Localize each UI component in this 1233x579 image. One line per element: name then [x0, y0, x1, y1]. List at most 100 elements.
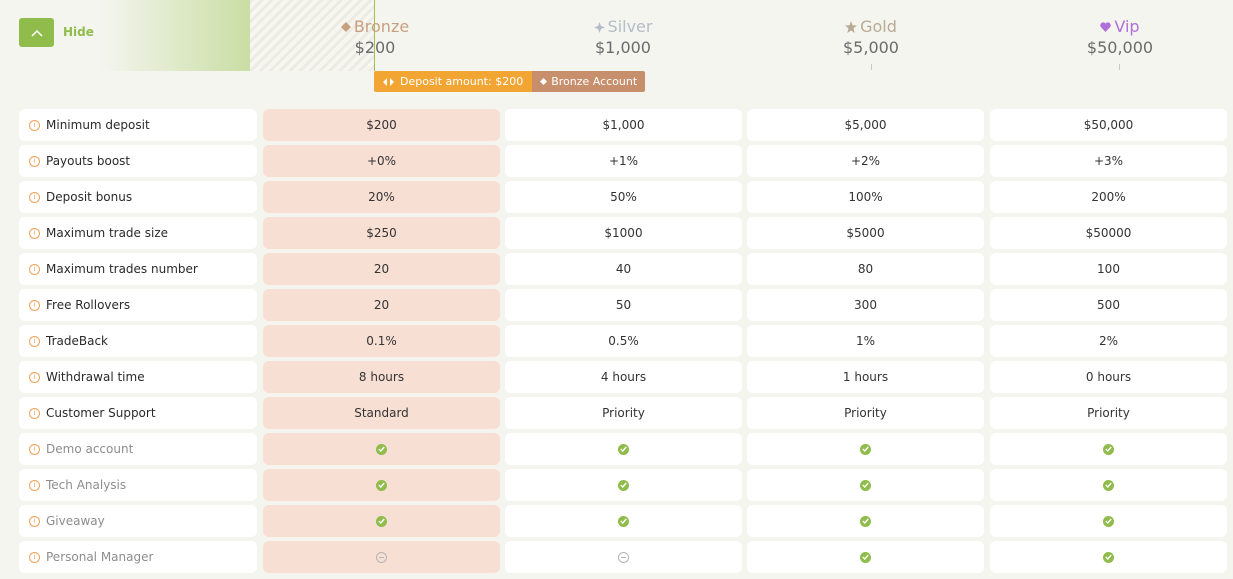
tier-value-cell: $50,000	[990, 109, 1227, 141]
tier-value-cell: 4 hours	[505, 361, 742, 393]
tier-value: 4 hours	[600, 370, 647, 384]
tier-value-cell	[990, 505, 1227, 537]
unavailable-icon	[618, 551, 629, 563]
tier-value-cell	[747, 433, 984, 465]
plus-star-icon	[593, 21, 605, 33]
check-icon	[376, 515, 387, 527]
tier-value-cell: 200%	[990, 181, 1227, 213]
tier-value-cell: $1000	[505, 217, 742, 249]
hide-toggle-button[interactable]	[19, 18, 54, 47]
deposit-indicator[interactable]: Deposit amount: $200 Bronze Account	[374, 71, 646, 92]
info-icon[interactable]: i	[29, 479, 40, 491]
tier-value: Standard	[354, 406, 409, 420]
tier-value-cell: Priority	[505, 397, 742, 429]
row-label: Maximum trades number	[46, 262, 198, 276]
tier-value-cell: 2%	[990, 325, 1227, 357]
tier-value: Priority	[844, 406, 887, 420]
row-label: Tech Analysis	[46, 478, 127, 492]
row-label: Maximum trade size	[46, 226, 169, 240]
tier-value-cell	[747, 505, 984, 537]
info-icon[interactable]: i	[29, 407, 40, 419]
tier-value-cell: $200	[263, 109, 500, 141]
tier-value: $200	[366, 118, 397, 132]
tier-value: 20	[373, 298, 390, 312]
tier-value: Priority	[602, 406, 645, 420]
tier-tick	[1119, 64, 1120, 70]
check-icon	[618, 515, 629, 527]
tier-value: 40	[615, 262, 632, 276]
row-label: Withdrawal time	[46, 370, 145, 384]
check-icon	[618, 479, 629, 491]
slider-track-fill	[100, 0, 250, 71]
tier-price: $50,000	[1086, 38, 1154, 57]
tier-value-cell	[990, 433, 1227, 465]
tier-value-cell: 50%	[505, 181, 742, 213]
tier-vip[interactable]: Vip $50,000	[1060, 17, 1180, 57]
check-icon	[860, 443, 871, 455]
info-icon[interactable]: i	[29, 371, 40, 383]
info-icon[interactable]: i	[29, 551, 40, 563]
hide-label[interactable]: Hide	[63, 25, 94, 39]
tier-value-cell: 20%	[263, 181, 500, 213]
info-icon[interactable]: i	[29, 443, 40, 455]
tier-name: Vip	[1114, 17, 1140, 36]
tier-value: +2%	[850, 154, 881, 168]
row-label: Customer Support	[46, 406, 156, 420]
row-label-cell: i Withdrawal time	[19, 361, 257, 393]
info-icon[interactable]: i	[29, 515, 40, 527]
tier-value: 20%	[368, 190, 395, 204]
tier-price: $5,000	[843, 38, 899, 57]
tier-value: +1%	[608, 154, 639, 168]
tier-value-cell: 500	[990, 289, 1227, 321]
tier-value: +3%	[1093, 154, 1124, 168]
tier-name: Bronze	[353, 17, 410, 36]
info-icon[interactable]: i	[29, 191, 40, 203]
info-icon[interactable]: i	[29, 299, 40, 311]
info-icon[interactable]: i	[29, 227, 40, 239]
deposit-amount-label: Deposit amount: $200	[400, 75, 524, 88]
info-icon[interactable]: i	[29, 263, 40, 275]
row-label: TradeBack	[46, 334, 108, 348]
info-icon[interactable]: i	[29, 119, 40, 131]
tier-value: 20	[373, 262, 390, 276]
row-label-cell: i Demo account	[19, 433, 257, 465]
row-label-cell: i Payouts boost	[19, 145, 257, 177]
tier-value: 50%	[610, 190, 637, 204]
deposit-amount-pill[interactable]: Deposit amount: $200	[374, 71, 533, 92]
check-icon	[1103, 551, 1114, 563]
tier-value-cell: +0%	[263, 145, 500, 177]
tier-value: $50000	[1085, 226, 1132, 240]
tier-silver[interactable]: Silver $1,000	[563, 17, 683, 57]
tier-bronze[interactable]: Bronze $200	[315, 17, 435, 57]
tier-value-cell: +2%	[747, 145, 984, 177]
tier-value-cell	[263, 433, 500, 465]
tier-gold[interactable]: Gold $5,000	[811, 17, 931, 57]
tier-value-cell: 0 hours	[990, 361, 1227, 393]
tier-value: $250	[366, 226, 397, 240]
check-icon	[618, 443, 629, 455]
tier-value-cell	[505, 505, 742, 537]
tier-value-cell	[505, 541, 742, 573]
tier-value-cell: Priority	[747, 397, 984, 429]
diamond-icon	[340, 22, 351, 32]
tier-value-cell: 100	[990, 253, 1227, 285]
tier-value: 500	[1097, 298, 1120, 312]
row-label: Minimum deposit	[46, 118, 150, 132]
info-icon[interactable]: i	[29, 155, 40, 167]
tier-value-cell	[747, 469, 984, 501]
tier-value: +0%	[366, 154, 397, 168]
tier-value: $50,000	[1083, 118, 1134, 132]
tier-value: Priority	[1087, 406, 1130, 420]
check-icon	[1103, 515, 1114, 527]
tier-value-cell: 0.5%	[505, 325, 742, 357]
tier-value: 100%	[848, 190, 883, 204]
tier-value: 0.5%	[608, 334, 639, 348]
row-label-cell: i Tech Analysis	[19, 469, 257, 501]
row-label: Free Rollovers	[46, 298, 131, 312]
tier-value-cell: Priority	[990, 397, 1227, 429]
info-icon[interactable]: i	[29, 335, 40, 347]
row-label-cell: i Deposit bonus	[19, 181, 257, 213]
check-icon	[860, 515, 871, 527]
tier-value: $5,000	[844, 118, 887, 132]
tier-value-cell: 100%	[747, 181, 984, 213]
